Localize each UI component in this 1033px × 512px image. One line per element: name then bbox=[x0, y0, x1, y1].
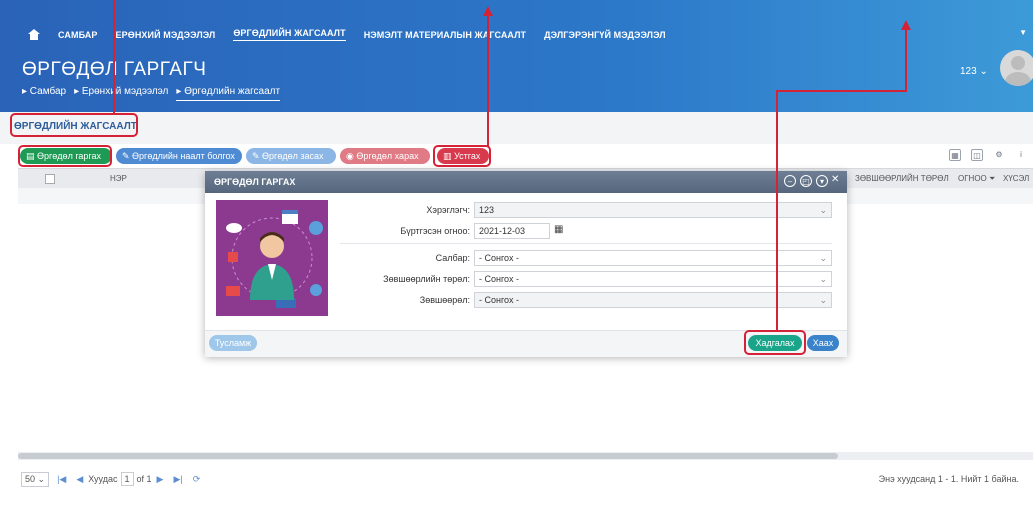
date-value: 2021-12-03 bbox=[479, 226, 526, 236]
page-label: Хуудас bbox=[88, 474, 118, 484]
edit-icon: ✎ bbox=[122, 151, 133, 161]
permit-type-label: Зөвшөөрлийн төрөл: bbox=[383, 274, 470, 284]
annotation-line bbox=[905, 28, 907, 92]
dialog-title: ӨРГӨДӨЛ ГАРГАХ bbox=[214, 177, 296, 187]
edit-application-button[interactable]: ✎ Өргөдөл засах bbox=[246, 148, 336, 164]
permit-select[interactable]: - Сонгох - ⌄ bbox=[474, 292, 832, 308]
close-icon[interactable]: ✕ bbox=[831, 174, 839, 185]
last-page-icon[interactable]: ▶| bbox=[173, 474, 182, 485]
page-size-select[interactable]: 50 ⌄ bbox=[21, 471, 50, 487]
nav-item-details[interactable]: ДЭЛГЭРЭНГҮЙ МЭДЭЭЛЭЛ bbox=[544, 30, 666, 40]
breadcrumb-application-list[interactable]: ▸ Өргөдлийн жагсаалт bbox=[176, 86, 281, 101]
scrollbar-thumb[interactable] bbox=[18, 453, 838, 459]
applicant-label: Хэрэглэгч: bbox=[426, 205, 470, 215]
chevron-down-icon: ⌄ bbox=[819, 274, 827, 284]
nav-item-dashboard[interactable]: САМБАР bbox=[58, 30, 98, 40]
dialog-header[interactable] bbox=[205, 171, 847, 193]
next-page-icon[interactable]: ▶ bbox=[157, 474, 164, 485]
pencil-icon: ✎ bbox=[252, 151, 263, 161]
refresh-icon[interactable]: ⟳ bbox=[193, 474, 201, 485]
edit-application-label: Өргөдөл засах bbox=[262, 151, 324, 161]
home-icon[interactable] bbox=[28, 29, 40, 40]
restore-icon[interactable]: ◰ bbox=[800, 175, 812, 187]
annotation-line bbox=[776, 90, 778, 331]
pager-info: Энэ хуудсанд 1 - 1. Нийт 1 байна. bbox=[878, 474, 1019, 484]
view-application-label: Өргөдөл харах bbox=[356, 151, 419, 161]
view-application-button[interactable]: ◉ Өргөдөл харах bbox=[340, 148, 430, 164]
user-menu[interactable]: 123 ⌄ bbox=[960, 66, 988, 77]
chevron-down-icon: ⌄ bbox=[819, 253, 827, 263]
chevron-down-icon[interactable]: ▼ bbox=[1019, 28, 1027, 37]
page-of-label: of 1 bbox=[136, 474, 152, 484]
column-request[interactable]: ХҮСЭЛ bbox=[1003, 174, 1029, 183]
mark-application-button[interactable]: ✎ Өргөдлийн наалт болгох bbox=[116, 148, 242, 164]
date-input[interactable]: 2021-12-03 bbox=[474, 223, 550, 239]
column-name[interactable]: НЭР bbox=[110, 174, 127, 183]
application-illustration bbox=[216, 200, 328, 316]
branch-label: Салбар: bbox=[435, 253, 470, 263]
annotation-box-section bbox=[10, 113, 138, 137]
applicant-value: 123 bbox=[479, 205, 495, 215]
chevron-down-icon: ⌄ bbox=[819, 295, 827, 305]
annotation-line bbox=[113, 0, 115, 114]
breadcrumb-dashboard[interactable]: ▸ Самбар bbox=[22, 86, 66, 101]
chevron-down-icon: ⌄ bbox=[819, 205, 827, 215]
page-input[interactable]: 1 bbox=[120, 472, 134, 486]
mark-application-label: Өргөдлийн наалт болгох bbox=[132, 151, 235, 161]
nav-item-general-info[interactable]: ЕРӨНХИЙ МЭДЭЭЛЭЛ bbox=[116, 30, 216, 40]
date-label: Бүртгэсэн огноо: bbox=[400, 226, 470, 236]
permit-value: - Сонгох - bbox=[479, 295, 519, 305]
close-button[interactable]: Хаах bbox=[807, 335, 839, 351]
permit-type-select[interactable]: - Сонгох - ⌄ bbox=[474, 271, 832, 287]
branch-value: - Сонгох - bbox=[479, 253, 519, 263]
breadcrumb: ▸ Самбар ▸ Ерөнхий мэдээлэл ▸ Өргөдлийн … bbox=[22, 86, 281, 101]
permit-type-value: - Сонгох - bbox=[479, 274, 519, 284]
applicant-select[interactable]: 123 ⌄ bbox=[474, 202, 832, 218]
person-illustration bbox=[226, 210, 323, 308]
column-permit-type[interactable]: ЗӨВШӨӨРЛИЙН ТӨРӨЛ bbox=[855, 174, 949, 183]
help-button[interactable]: Тусламж bbox=[209, 335, 257, 351]
top-nav: САМБАР ЕРӨНХИЙ МЭДЭЭЛЭЛ ӨРГӨДЛИЙН ЖАГСАА… bbox=[28, 28, 666, 41]
annotation-box-delete bbox=[433, 145, 491, 167]
columns-icon[interactable]: ◫ bbox=[971, 149, 983, 161]
annotation-line bbox=[487, 14, 489, 147]
calendar-icon[interactable]: ▦ bbox=[554, 224, 563, 235]
breadcrumb-general-info[interactable]: ▸ Ерөнхий мэдээлэл bbox=[74, 86, 168, 101]
branch-select[interactable]: - Сонгох - ⌄ bbox=[474, 250, 832, 266]
annotation-line bbox=[776, 90, 907, 92]
first-page-icon[interactable]: |◀ bbox=[57, 474, 66, 485]
prev-page-icon[interactable]: ◀ bbox=[76, 474, 83, 485]
export-icon[interactable]: ▦ bbox=[949, 149, 961, 161]
column-date[interactable]: ОГНОО ⏷ bbox=[958, 174, 995, 184]
nav-item-materials-list[interactable]: НЭМЭЛТ МАТЕРИАЛЫН ЖАГСААЛТ bbox=[364, 30, 526, 40]
annotation-box-create bbox=[18, 145, 112, 167]
gear-icon[interactable]: ⚙ bbox=[993, 149, 1005, 161]
nav-item-application-list[interactable]: ӨРГӨДЛИЙН ЖАГСААЛТ bbox=[233, 28, 346, 41]
permit-label: Зөвшөөрөл: bbox=[419, 295, 470, 305]
annotation-box-save bbox=[744, 330, 806, 355]
minimize-icon[interactable]: – bbox=[784, 175, 796, 187]
info-icon[interactable]: i bbox=[1015, 149, 1027, 161]
form-divider bbox=[340, 243, 832, 244]
view-icon: ◉ bbox=[346, 151, 357, 161]
avatar[interactable] bbox=[1000, 50, 1033, 86]
select-all-checkbox[interactable] bbox=[45, 174, 55, 184]
toolbar-icons: ▦ ◫ ⚙ i bbox=[949, 149, 1027, 161]
section-bar bbox=[0, 112, 1033, 144]
collapse-icon[interactable]: ▾ bbox=[816, 175, 828, 187]
